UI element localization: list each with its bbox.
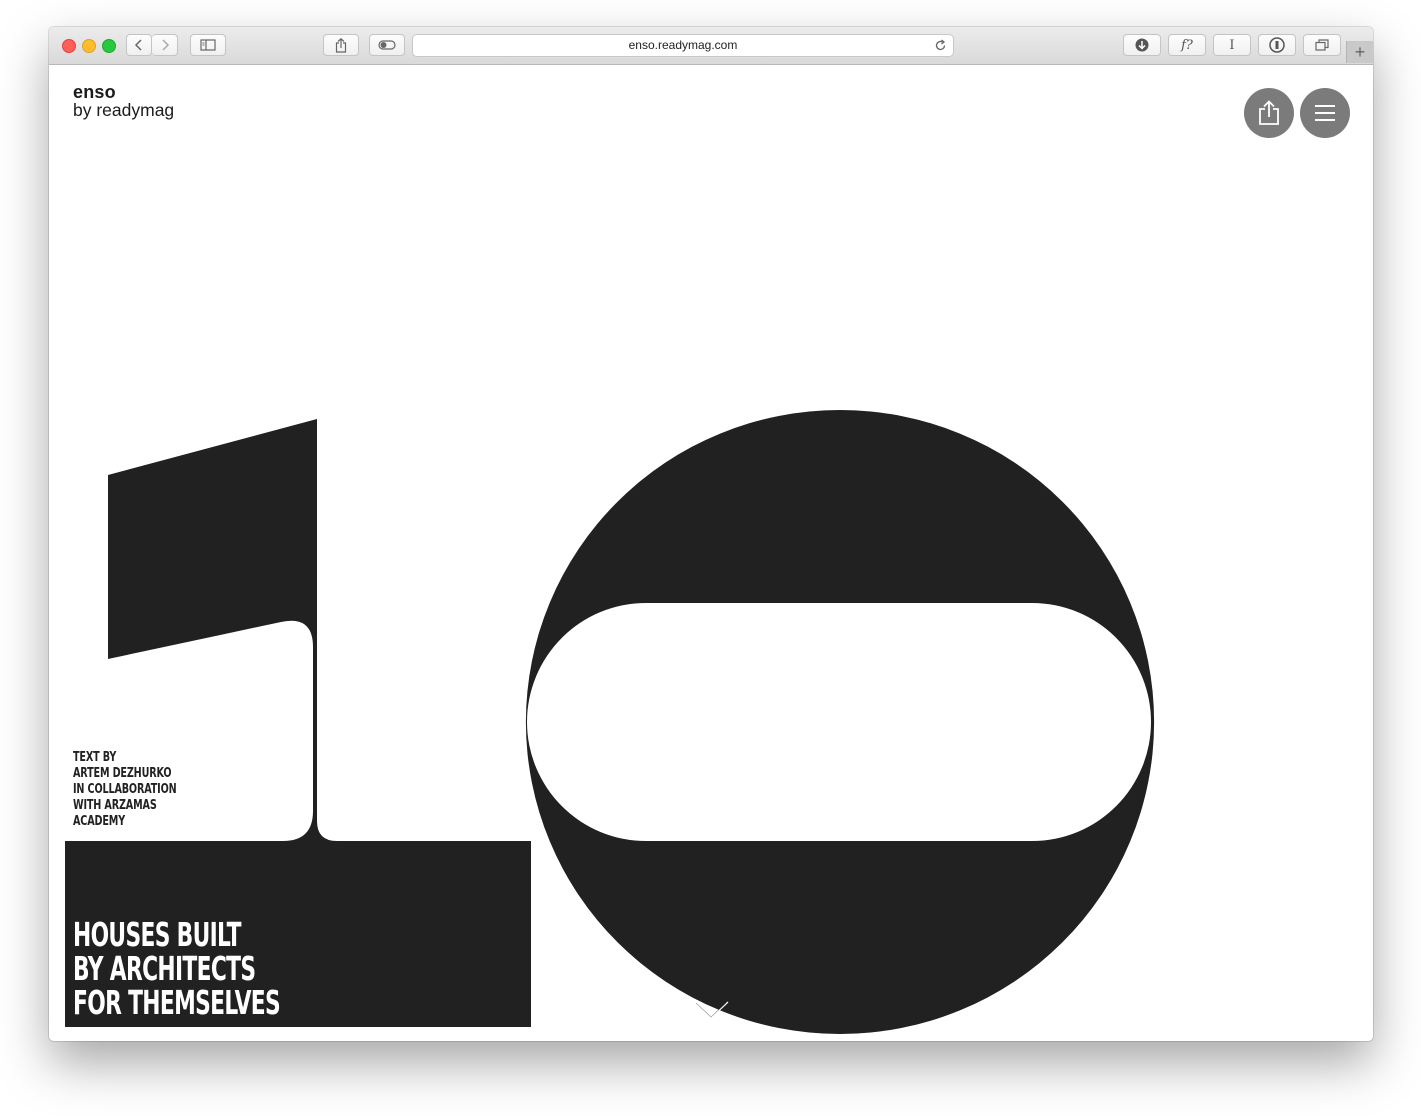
toggle-extension-button[interactable] <box>369 34 405 56</box>
url-text: enso.readymag.com <box>628 38 738 52</box>
browser-toolbar: enso.readymag.com f? I + <box>49 27 1373 65</box>
page-content: enso by readymag TEXT BY ARTEM DEZHURKO … <box>49 65 1373 1041</box>
back-button[interactable] <box>126 34 152 56</box>
address-bar[interactable]: enso.readymag.com <box>412 34 954 57</box>
share-icon <box>1259 100 1279 125</box>
cursor-label: I <box>1229 37 1235 53</box>
tabs-icon <box>1315 39 1329 51</box>
share-button[interactable] <box>1244 88 1294 138</box>
sidebar-button[interactable] <box>190 34 226 56</box>
credits-line: TEXT BY <box>73 750 117 765</box>
browser-window: enso.readymag.com f? I + enso by readyma… <box>49 27 1373 1041</box>
font-finder-label: f? <box>1181 37 1193 53</box>
credits-line: IN COLLABORATION <box>73 782 177 797</box>
zoom-window-button[interactable] <box>102 39 116 53</box>
credits-line: ARTEM DEZHURKO <box>73 766 172 781</box>
sidebar-icon <box>200 39 216 51</box>
downloads-button[interactable] <box>1123 34 1161 56</box>
logo-subtitle: by readymag <box>73 100 175 120</box>
forward-button[interactable] <box>152 34 178 56</box>
credits-text: TEXT BY ARTEM DEZHURKO IN COLLABORATION … <box>73 750 177 830</box>
digit-zero-shape <box>525 410 1155 1034</box>
font-finder-button[interactable]: f? <box>1168 34 1206 56</box>
minimize-window-button[interactable] <box>82 39 96 53</box>
chevron-left-icon <box>134 39 142 51</box>
logo-title: enso <box>73 82 116 102</box>
hamburger-menu-icon <box>1315 105 1335 121</box>
page-title: HOUSES BUILT BY ARCHITECTS FOR THEMSELVE… <box>73 915 281 1022</box>
chevron-right-icon <box>161 39 169 51</box>
tabs-overview-button[interactable] <box>1303 34 1341 56</box>
text-cursor-button[interactable]: I <box>1213 34 1251 56</box>
hero-number-ten-artwork <box>65 410 1155 1034</box>
close-window-button[interactable] <box>62 39 76 53</box>
title-line: BY ARCHITECTS <box>73 949 256 988</box>
credits-line: WITH ARZAMAS <box>73 798 157 813</box>
share-icon <box>335 37 347 53</box>
share-toolbar-button[interactable] <box>323 34 359 56</box>
password-manager-icon <box>1269 37 1285 53</box>
site-logo[interactable]: enso by readymag <box>73 83 174 120</box>
title-line: HOUSES BUILT <box>73 915 242 954</box>
menu-button[interactable] <box>1300 88 1350 138</box>
credits-line: ACADEMY <box>73 814 126 829</box>
chevron-down-icon[interactable] <box>693 1000 729 1020</box>
reload-icon[interactable] <box>934 39 947 52</box>
title-line: FOR THEMSELVES <box>73 983 281 1022</box>
password-manager-button[interactable] <box>1258 34 1296 56</box>
download-icon <box>1135 38 1149 52</box>
new-tab-button[interactable]: + <box>1346 41 1373 63</box>
plus-icon: + <box>1354 42 1366 62</box>
toggle-icon <box>378 40 396 50</box>
